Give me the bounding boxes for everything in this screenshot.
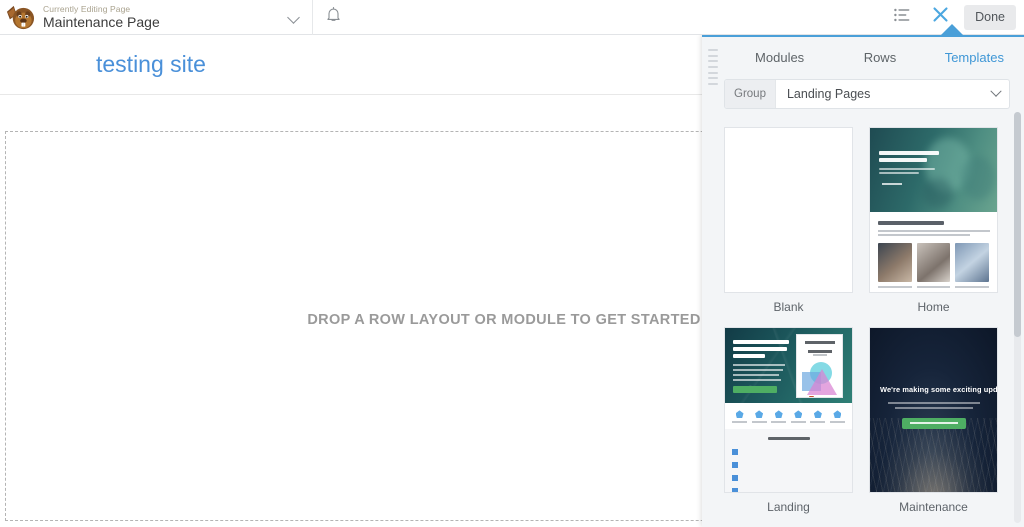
template-thumbnail-maintenance[interactable]: We're making some exciting updates	[869, 327, 998, 493]
template-label: Home	[869, 300, 998, 314]
panel-scrollbar[interactable]	[1014, 112, 1021, 523]
templates-grid: Blank	[724, 127, 1008, 515]
template-card-landing[interactable]: Landing	[724, 327, 853, 514]
editing-eyebrow: Currently Editing Page	[43, 5, 160, 14]
bell-icon	[326, 6, 341, 28]
page-title: Maintenance Page	[43, 15, 160, 30]
chevron-down-icon	[983, 80, 1009, 108]
thumb-hero	[870, 128, 997, 212]
thumb-body	[870, 212, 997, 293]
site-title-link[interactable]: testing site	[96, 51, 206, 78]
outline-panel-button[interactable]	[884, 0, 920, 35]
done-button[interactable]: Done	[964, 5, 1016, 30]
content-panel: Modules Rows Templates Group Landing Pag…	[702, 34, 1024, 527]
group-label: Group	[725, 80, 776, 108]
brand-block[interactable]: Currently Editing Page Maintenance Page	[0, 0, 160, 35]
template-label: Landing	[724, 500, 853, 514]
tab-modules[interactable]: Modules	[724, 50, 835, 65]
group-value: Landing Pages	[776, 80, 983, 108]
thumb-hero	[725, 328, 852, 403]
list-outline-icon	[894, 8, 910, 27]
template-card-blank[interactable]: Blank	[724, 127, 853, 314]
tab-templates[interactable]: Templates	[925, 50, 1024, 65]
template-card-home[interactable]: Home	[869, 127, 998, 314]
dropzone-label: DROP A ROW LAYOUT OR MODULE TO GET START…	[307, 312, 700, 328]
chevron-down-icon	[289, 12, 300, 23]
template-label: Maintenance	[869, 500, 998, 514]
tab-rows[interactable]: Rows	[835, 50, 924, 65]
template-label: Blank	[724, 300, 853, 314]
editor-root: Currently Editing Page Maintenance Page	[0, 0, 1024, 527]
page-meta: Currently Editing Page Maintenance Page	[43, 5, 160, 30]
template-thumbnail-landing[interactable]	[724, 327, 853, 493]
panel-caret-icon	[941, 24, 963, 35]
thumb-ebook-cover	[796, 334, 843, 398]
template-card-maintenance[interactable]: We're making some exciting updates Maint…	[869, 327, 998, 514]
template-thumbnail-blank[interactable]	[724, 127, 853, 293]
template-thumbnail-home[interactable]	[869, 127, 998, 293]
thumb-learn-section	[725, 429, 852, 493]
beaver-logo-icon	[5, 3, 36, 32]
templates-scroll-area: Blank	[702, 115, 1024, 527]
panel-scrollbar-thumb[interactable]	[1014, 112, 1021, 337]
thumb-hero: We're making some exciting updates	[870, 328, 997, 492]
thumb-headline: We're making some exciting updates	[880, 386, 987, 395]
thumb-icon-row	[725, 403, 852, 429]
editor-top-bar: Currently Editing Page Maintenance Page	[0, 0, 1024, 35]
notifications-button[interactable]	[313, 0, 354, 35]
drag-handle-icon[interactable]	[708, 49, 718, 85]
panel-tabs: Modules Rows Templates	[702, 37, 1024, 77]
page-dropdown-button[interactable]	[278, 0, 312, 35]
group-select[interactable]: Group Landing Pages	[724, 79, 1010, 109]
